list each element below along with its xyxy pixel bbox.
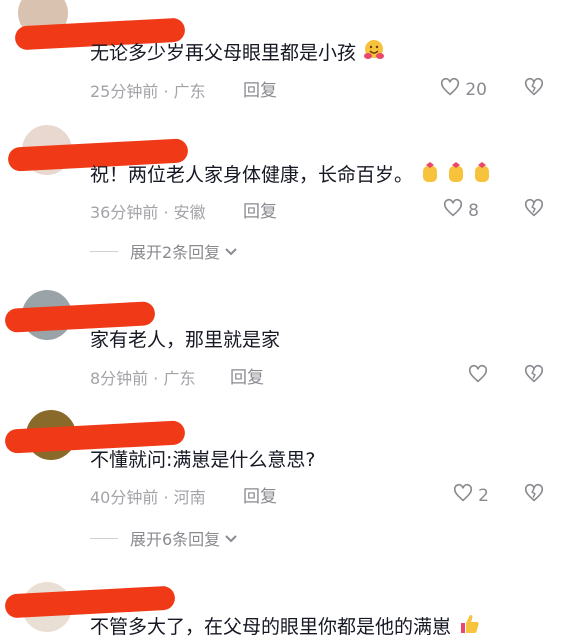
like-button[interactable]: 8 <box>442 197 479 224</box>
dislike-button[interactable] <box>523 197 545 223</box>
like-count: 20 <box>465 79 487 100</box>
reply-button[interactable]: 回复 <box>243 197 277 222</box>
comment-item-1: 无论多少岁再父母眼里都是小孩 25分钟前 · 广东 回复 20 <box>0 0 575 110</box>
broken-heart-icon <box>523 483 545 508</box>
comment-item-3: 家有老人，那里就是家 8分钟前 · 广东 回复 <box>0 285 575 390</box>
divider <box>90 537 118 539</box>
dislike-button[interactable] <box>523 76 545 102</box>
crossed-fingers-icon <box>419 160 497 189</box>
comment-text: 无论多少岁再父母眼里都是小孩 <box>90 38 386 67</box>
broken-heart-icon <box>523 364 545 389</box>
heart-icon <box>452 482 474 509</box>
like-button[interactable]: 2 <box>452 482 489 509</box>
comment-item-2: 祝！两位老人家身体健康，长命百岁。 36分钟前 · 安徽 回复 8 展开2条回复 <box>0 115 575 275</box>
comment-item-4: 不懂就问:满崽是什么意思? 40分钟前 · 河南 回复 2 展开6条回复 <box>0 400 575 560</box>
hug-face-icon <box>362 38 386 67</box>
comment-meta: 8分钟前 · 广东 <box>90 369 196 388</box>
dislike-button[interactable] <box>523 363 545 389</box>
thumbs-up-icon <box>457 612 481 641</box>
dislike-button[interactable] <box>523 482 545 508</box>
comment-text: 家有老人，那里就是家 <box>90 329 281 351</box>
reply-button[interactable]: 回复 <box>243 76 277 101</box>
comment-meta: 36分钟前 · 安徽 <box>90 203 206 222</box>
reply-button[interactable]: 回复 <box>243 482 277 507</box>
expand-replies-button[interactable]: 展开6条回复 <box>90 526 238 550</box>
broken-heart-icon <box>523 77 545 102</box>
divider <box>90 250 118 252</box>
like-count: 8 <box>468 200 479 221</box>
comment-text: 祝！两位老人家身体健康，长命百岁。 <box>90 160 497 189</box>
like-button[interactable]: 20 <box>439 76 487 103</box>
like-button[interactable] <box>467 363 489 390</box>
like-count: 2 <box>478 485 489 506</box>
heart-icon <box>439 76 461 103</box>
comment-text: 不懂就问:满崽是什么意思? <box>90 449 316 471</box>
comment-item-5: 不管多大了，在父母的眼里你都是他的满崽 <box>0 570 575 640</box>
comment-text: 不管多大了，在父母的眼里你都是他的满崽 <box>90 612 481 641</box>
heart-icon <box>467 363 489 390</box>
expand-replies-button[interactable]: 展开2条回复 <box>90 239 238 263</box>
heart-icon <box>442 197 464 224</box>
comment-meta: 25分钟前 · 广东 <box>90 82 206 101</box>
chevron-down-icon <box>224 242 238 261</box>
comment-meta: 40分钟前 · 河南 <box>90 488 206 507</box>
chevron-down-icon <box>224 529 238 548</box>
broken-heart-icon <box>523 198 545 223</box>
reply-button[interactable]: 回复 <box>230 363 264 388</box>
